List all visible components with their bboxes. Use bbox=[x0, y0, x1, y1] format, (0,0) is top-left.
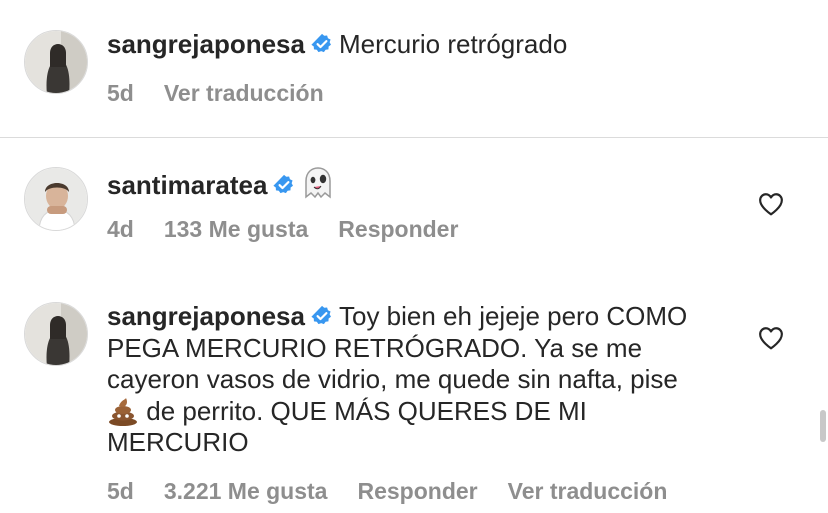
avatar[interactable] bbox=[24, 30, 88, 94]
translate-link[interactable]: Ver traducción bbox=[164, 80, 324, 106]
username[interactable]: santimaratea bbox=[107, 170, 267, 200]
timestamp: 4d bbox=[107, 216, 134, 242]
comment-meta: 5d Ver traducción bbox=[107, 80, 354, 107]
comment-text: sangrejaponesa Mercurio retrógrado bbox=[107, 29, 748, 61]
username[interactable]: sangrejaponesa bbox=[107, 301, 305, 331]
heart-icon[interactable] bbox=[758, 192, 784, 216]
likes-count[interactable]: 133 Me gusta bbox=[164, 216, 308, 242]
poop-emoji bbox=[109, 397, 137, 426]
comment-meta: 4d 133 Me gusta Responder bbox=[107, 216, 488, 243]
avatar[interactable] bbox=[24, 302, 88, 366]
comment-content: Mercurio retrógrado bbox=[338, 29, 568, 59]
reply-button[interactable]: Responder bbox=[357, 478, 477, 504]
likes-count[interactable]: 3.221 Me gusta bbox=[164, 478, 328, 504]
comment-content-end: de perrito. QUE MÁS QUERES DE MI MERCURI… bbox=[107, 395, 587, 458]
timestamp: 5d bbox=[107, 478, 134, 504]
timestamp: 5d bbox=[107, 80, 134, 106]
reply-button[interactable]: Responder bbox=[338, 216, 458, 242]
divider bbox=[0, 137, 828, 138]
comment-text: sangrejaponesa Toy bien eh jejeje pero CO… bbox=[107, 301, 708, 459]
comment-body: sangrejaponesa Mercurio retrógrado bbox=[107, 29, 748, 61]
comment-body: santimaratea bbox=[107, 166, 748, 202]
verified-badge-icon bbox=[311, 33, 331, 53]
verified-badge-icon bbox=[311, 305, 331, 325]
username[interactable]: sangrejaponesa bbox=[107, 29, 305, 59]
heart-icon[interactable] bbox=[758, 326, 784, 350]
translate-link[interactable]: Ver traducción bbox=[508, 478, 668, 504]
comment-text: santimaratea bbox=[107, 166, 748, 202]
comment-meta: 5d 3.221 Me gusta Responder Ver traducción bbox=[107, 478, 697, 505]
ghost-emoji bbox=[305, 167, 332, 199]
avatar[interactable] bbox=[24, 167, 88, 231]
scrollbar[interactable] bbox=[820, 410, 826, 442]
verified-badge-icon bbox=[273, 174, 294, 194]
comment-body: sangrejaponesa Toy bien eh jejeje pero CO… bbox=[107, 301, 708, 459]
